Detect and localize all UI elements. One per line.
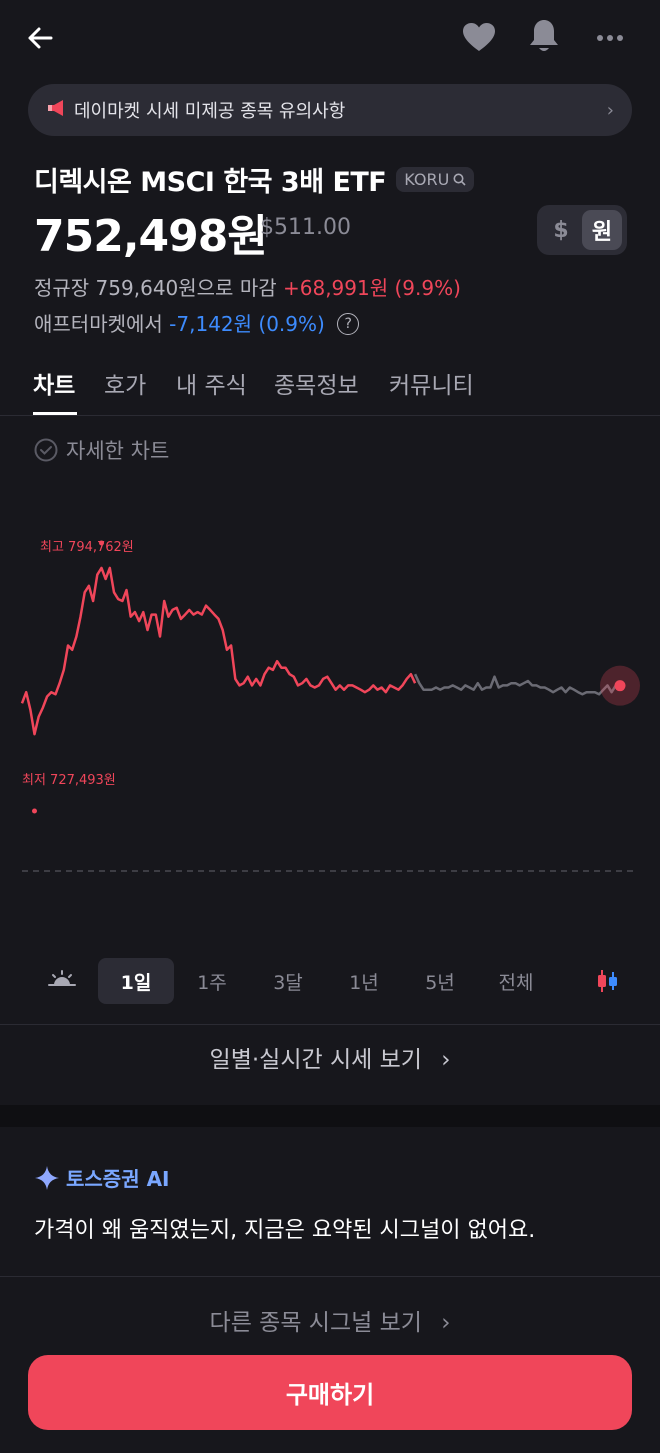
stock-title-row: 디렉시온 MSCI 한국 3배 ETF KORU xyxy=(34,160,475,199)
other-link-label: 다른 종목 시그널 보기 xyxy=(209,1310,422,1336)
period-1w[interactable]: 1주 xyxy=(188,958,236,1004)
megaphone-icon xyxy=(46,99,66,121)
period-1y[interactable]: 1년 xyxy=(340,958,388,1004)
market-hours-icon[interactable] xyxy=(44,955,80,1001)
bell-icon[interactable] xyxy=(523,14,565,58)
price-chart[interactable]: 최고 794,762원 최저 727,493원 xyxy=(0,480,660,920)
currency-toggle[interactable]: $ 원 xyxy=(537,205,627,255)
tab-chart[interactable]: 차트 xyxy=(33,366,75,400)
other-signals-link[interactable]: 다른 종목 시그널 보기 › xyxy=(0,1303,660,1337)
ai-section-title: 토스증권 AI xyxy=(34,1163,169,1192)
price-usd: $511.00 xyxy=(260,215,351,240)
period-3m[interactable]: 3달 xyxy=(264,958,312,1004)
after-market-line xyxy=(413,673,621,696)
notice-banner[interactable]: 데이마켓 시세 미제공 종목 유의사항 › xyxy=(28,84,632,136)
daily-realtime-link[interactable]: 일별·실시간 시세 보기 › xyxy=(0,1040,660,1074)
active-tab-indicator xyxy=(33,412,77,415)
currency-krw-option[interactable]: 원 xyxy=(582,210,622,250)
close-change: +68,991원 (9.9%) xyxy=(282,276,461,300)
section-tabs: 차트 호가 내 주식 종목정보 커뮤니티 xyxy=(0,362,660,416)
chart-low-label: 최저 727,493원 xyxy=(22,773,116,788)
back-arrow-icon[interactable] xyxy=(18,16,62,60)
current-price-dot xyxy=(614,680,626,692)
notice-text: 데이마켓 시세 미제공 종목 유의사항 xyxy=(74,101,346,122)
help-icon[interactable]: ? xyxy=(337,312,360,335)
tab-orderbook[interactable]: 호가 xyxy=(104,366,146,400)
ticker-badge[interactable]: KORU xyxy=(396,167,475,192)
chart-high-label: 최고 794,762원 xyxy=(40,540,134,555)
after-market-line: 애프터마켓에서 -7,142원 (0.9%) ? xyxy=(34,308,360,337)
section-gap xyxy=(0,1105,660,1127)
chevron-right-icon: › xyxy=(441,1047,451,1073)
tab-my-stock[interactable]: 내 주식 xyxy=(176,366,247,400)
low-point-marker xyxy=(32,808,37,814)
check-circle-icon xyxy=(34,438,58,462)
tab-community[interactable]: 커뮤니티 xyxy=(389,366,474,400)
detail-chart-toggle[interactable]: 자세한 차트 xyxy=(34,435,169,465)
tab-stock-info[interactable]: 종목정보 xyxy=(274,366,359,400)
close-label: 정규장 759,640원으로 마감 xyxy=(34,276,277,300)
top-bar xyxy=(0,0,660,78)
current-price: 752,498원 xyxy=(34,211,268,262)
period-all[interactable]: 전체 xyxy=(492,958,540,1004)
period-5y[interactable]: 5년 xyxy=(416,958,464,1004)
sparkle-icon xyxy=(35,1165,59,1190)
divider xyxy=(0,1276,660,1277)
divider xyxy=(0,1024,660,1025)
regular-close-line: 정규장 759,640원으로 마감 +68,991원 (9.9%) xyxy=(34,272,461,301)
period-selector: 1일 1주 3달 1년 5년 전체 xyxy=(0,955,660,1005)
chevron-right-icon: › xyxy=(441,1310,451,1336)
currency-usd-option[interactable]: $ xyxy=(541,210,581,250)
after-change: -7,142원 (0.9%) xyxy=(169,312,325,336)
chevron-right-icon: › xyxy=(606,99,614,121)
ai-message: 가격이 왜 움직였는지, 지금은 요약된 시그널이 없어요. xyxy=(34,1218,536,1243)
stock-name: 디렉시온 MSCI 한국 3배 ETF xyxy=(34,167,387,198)
ai-title-label: 토스증권 AI xyxy=(66,1167,170,1191)
detail-chart-label: 자세한 차트 xyxy=(66,439,170,463)
ticker-symbol: KORU xyxy=(404,170,450,189)
more-menu-icon[interactable] xyxy=(590,18,630,58)
daily-link-label: 일별·실시간 시세 보기 xyxy=(209,1047,422,1073)
candlestick-icon[interactable] xyxy=(590,958,624,1004)
heart-icon[interactable] xyxy=(458,16,500,58)
search-icon xyxy=(453,173,466,186)
after-label: 애프터마켓에서 xyxy=(34,312,163,336)
period-1d[interactable]: 1일 xyxy=(98,958,174,1004)
buy-button[interactable]: 구매하기 xyxy=(28,1355,632,1430)
regular-session-line xyxy=(20,566,417,736)
